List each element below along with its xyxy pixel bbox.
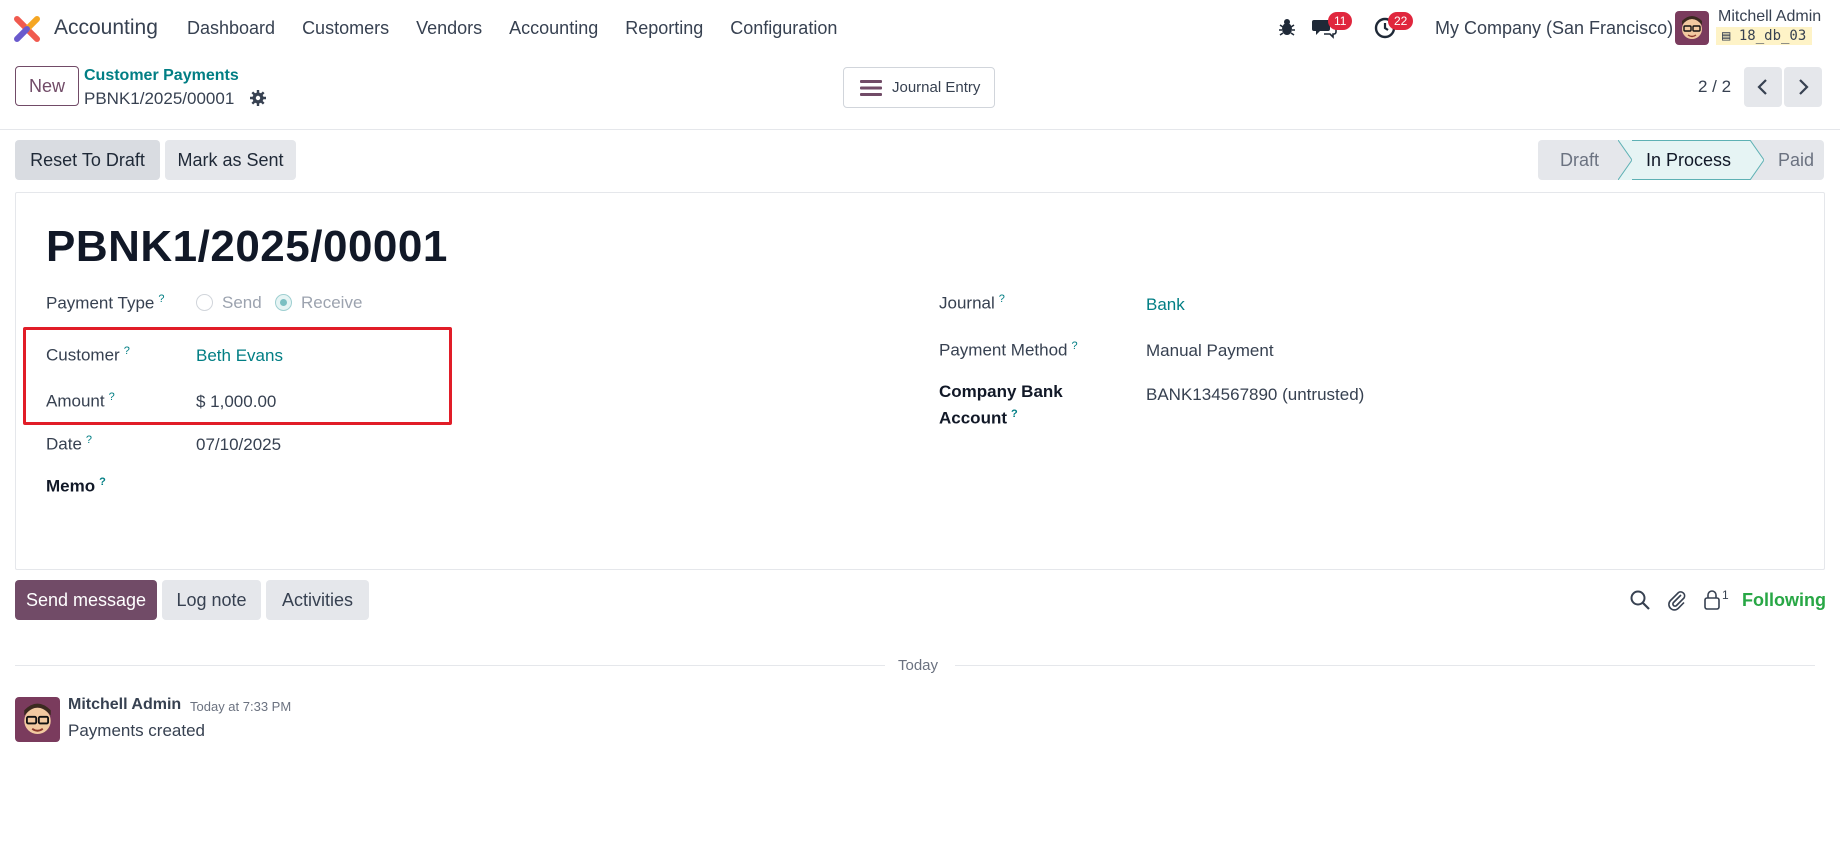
payment-method-label-text: Payment Method — [939, 340, 1068, 360]
user-name[interactable]: Mitchell Admin — [1718, 8, 1821, 26]
menu-dashboard[interactable]: Dashboard — [187, 18, 275, 39]
chevron-right-icon — [1799, 79, 1809, 95]
payment-type-send-radio[interactable] — [196, 294, 213, 311]
message-author[interactable]: Mitchell Admin — [68, 696, 181, 714]
accounting-app-icon[interactable] — [14, 16, 40, 42]
journal-label: Journal? — [939, 293, 1005, 314]
pager-previous-button[interactable] — [1744, 67, 1782, 107]
status-arrow-icon — [1750, 140, 1764, 180]
breadcrumb-current-record: PBNK1/2025/00001 — [84, 89, 235, 108]
mark-as-sent-button[interactable]: Mark as Sent — [165, 140, 296, 180]
journal-label-text: Journal — [939, 293, 995, 313]
payment-method-label: Payment Method? — [939, 340, 1078, 361]
memo-label: Memo? — [46, 476, 106, 497]
activities-badge: 22 — [1388, 12, 1414, 30]
payment-title: PBNK1/2025/00001 — [46, 222, 448, 271]
help-icon[interactable]: ? — [158, 293, 164, 305]
day-separator: Today — [898, 657, 939, 674]
company-bank-account-field[interactable]: BANK134567890 (untrusted) — [1146, 385, 1364, 405]
activities-button[interactable]: Activities — [266, 580, 369, 620]
date-label-text: Date — [46, 434, 82, 454]
payment-type-send-label[interactable]: Send — [222, 293, 262, 313]
database-name: 18_db_03 — [1738, 28, 1807, 44]
help-icon[interactable]: ? — [999, 293, 1005, 305]
status-paid[interactable]: Paid — [1764, 140, 1824, 180]
status-draft-label: Draft — [1560, 149, 1600, 170]
search-icon[interactable] — [1629, 589, 1651, 611]
user-avatar[interactable] — [1675, 11, 1709, 45]
date-label: Date? — [46, 434, 92, 455]
day-divider-right — [955, 665, 1815, 666]
menu-customers[interactable]: Customers — [302, 18, 389, 39]
message-timestamp: Today at 7:33 PM — [190, 699, 292, 714]
pager-value[interactable]: 2 / 2 — [1698, 77, 1731, 97]
log-note-button[interactable]: Log note — [162, 580, 261, 620]
payment-type-receive-label[interactable]: Receive — [301, 293, 362, 313]
control-panel: New Customer Payments PBNK1/2025/00001 J… — [0, 56, 1840, 130]
journal-entry-button[interactable]: Journal Entry — [843, 67, 995, 108]
messages-badge: 11 — [1328, 12, 1353, 30]
menu-configuration[interactable]: Configuration — [730, 18, 837, 39]
menu-vendors[interactable]: Vendors — [416, 18, 482, 39]
journal-entry-label: Journal Entry — [892, 79, 981, 96]
status-paid-label: Paid — [1778, 149, 1815, 170]
help-icon[interactable]: ? — [1011, 408, 1018, 420]
status-bar: Draft In Process Paid — [1538, 140, 1824, 180]
status-in-process-label: In Process — [1646, 149, 1732, 170]
pager-next-button[interactable] — [1784, 67, 1822, 107]
help-icon[interactable]: ? — [86, 434, 92, 446]
day-divider-left — [15, 665, 885, 666]
hamburger-icon — [860, 79, 882, 96]
company-switcher[interactable]: My Company (San Francisco) — [1435, 18, 1673, 39]
payment-type-receive-radio[interactable] — [275, 294, 292, 311]
help-icon[interactable]: ? — [99, 476, 106, 488]
user-avatar-icon — [1675, 11, 1709, 45]
company-bank-account-label: Company Bank — [939, 382, 1063, 402]
new-button[interactable]: New — [15, 66, 79, 106]
following-button[interactable]: Following — [1742, 590, 1826, 611]
menu-reporting[interactable]: Reporting — [625, 18, 703, 39]
chevron-left-icon — [1757, 79, 1767, 95]
journal-field[interactable]: Bank — [1146, 295, 1185, 315]
menu-accounting[interactable]: Accounting — [509, 18, 598, 39]
payment-type-label: Payment Type? — [46, 293, 164, 314]
memo-label-text: Memo — [46, 476, 96, 496]
app-name[interactable]: Accounting — [54, 16, 158, 40]
company-bank-account-label-line2: Account — [939, 408, 1007, 428]
status-in-process[interactable]: In Process — [1632, 140, 1750, 180]
author-avatar-icon — [15, 697, 60, 742]
status-draft[interactable]: Draft — [1538, 140, 1618, 180]
reset-to-draft-button[interactable]: Reset To Draft — [15, 140, 160, 180]
follower-count: 1 — [1722, 588, 1729, 602]
gear-icon[interactable] — [249, 89, 267, 107]
payment-type-label-text: Payment Type — [46, 293, 155, 313]
company-bank-account-label-line1: Company Bank — [939, 382, 1063, 401]
company-bank-account-label-2: Account? — [939, 408, 1018, 429]
payment-method-field[interactable]: Manual Payment — [1146, 341, 1274, 361]
status-arrow-icon — [1618, 140, 1632, 180]
paperclip-icon[interactable] — [1666, 589, 1688, 611]
message-author-avatar[interactable] — [15, 697, 60, 742]
highlight-box — [23, 327, 452, 425]
bug-icon[interactable] — [1276, 16, 1298, 38]
send-message-button[interactable]: Send message — [15, 580, 157, 620]
main-menu: Dashboard Customers Vendors Accounting R… — [187, 18, 864, 39]
breadcrumb-customer-payments[interactable]: Customer Payments — [84, 67, 239, 85]
message-body: Payments created — [68, 721, 206, 740]
date-field[interactable]: 07/10/2025 — [196, 435, 281, 455]
database-tag: ▤ 18_db_03 — [1716, 27, 1813, 45]
followers-lock-icon[interactable] — [1701, 589, 1723, 611]
top-navbar: Accounting Dashboard Customers Vendors A… — [0, 0, 1840, 56]
help-icon[interactable]: ? — [1072, 340, 1078, 352]
